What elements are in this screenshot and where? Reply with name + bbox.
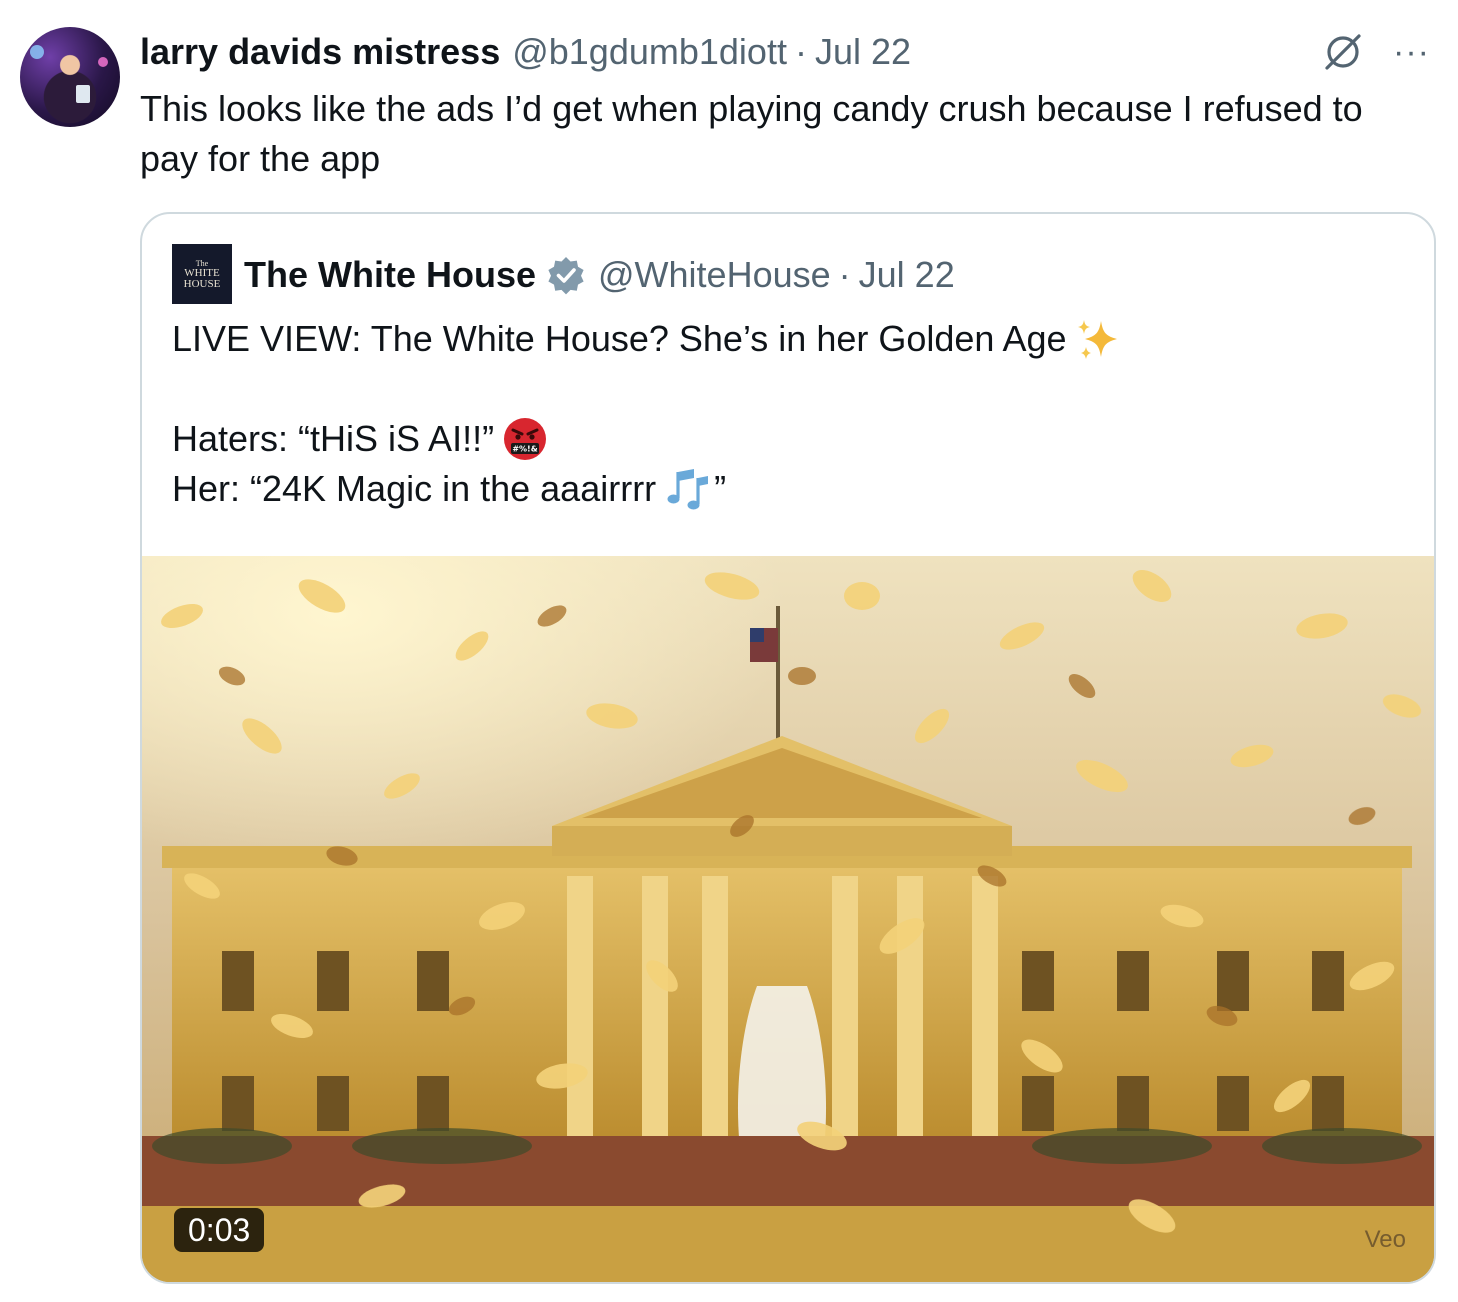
- svg-text:#%!&: #%!&: [512, 445, 537, 454]
- tweet-date[interactable]: Jul 22: [815, 31, 911, 73]
- verified-badge-icon: [546, 255, 586, 295]
- quoted-tweet-text: LIVE VIEW: The White House? She’s in her…: [172, 314, 1402, 514]
- avatar-light: [98, 57, 108, 67]
- quoted-tweet-date[interactable]: Jul 22: [859, 254, 955, 296]
- separator-dot: ·: [838, 254, 851, 295]
- quoted-text-line: LIVE VIEW: The White House? She’s in her…: [172, 314, 1402, 364]
- quoted-text-spacer: [172, 364, 1402, 414]
- sparkles-emoji-icon: [1075, 317, 1121, 361]
- avatar-light: [30, 45, 44, 59]
- quoted-author-handle[interactable]: @WhiteHouse: [598, 254, 831, 296]
- quoted-text-span: ”: [714, 468, 727, 509]
- more-icon[interactable]: ···: [1393, 35, 1430, 69]
- quoted-tweet-header: The White House @WhiteHouse · Jul 22: [244, 252, 955, 298]
- avatar-cup: [76, 85, 90, 103]
- veo-watermark: Veo: [1364, 1226, 1406, 1253]
- quoted-author-name[interactable]: The White House: [244, 254, 536, 296]
- author-handle[interactable]: @b1gdumb1diott: [512, 31, 787, 73]
- author-avatar[interactable]: [20, 27, 120, 127]
- separator-dot: ·: [794, 31, 807, 72]
- quoted-text-line: Haters: “tHiS iS AI!!” #%!&: [172, 414, 1402, 464]
- angry-cursing-face-emoji-icon: #%!&: [502, 416, 548, 462]
- video-duration-badge: 0:03: [174, 1208, 265, 1252]
- video-player[interactable]: 0:03 Veo: [142, 556, 1434, 1282]
- avatar-text: HOUSE: [183, 277, 221, 290]
- quoted-author-avatar[interactable]: The WHITE HOUSE: [172, 244, 232, 304]
- grok-icon[interactable]: [1321, 30, 1365, 74]
- tweet-text: This looks like the ads I’d get when pla…: [140, 88, 1363, 179]
- author-name[interactable]: larry davids mistress: [140, 31, 500, 73]
- musical-notes-emoji-icon: [664, 466, 712, 512]
- avatar-text: WHITE: [184, 266, 220, 279]
- quoted-tweet-card[interactable]: The WHITE HOUSE The White House @WhiteHo…: [140, 212, 1436, 1284]
- quoted-text-span: Haters: “tHiS iS AI!!”: [172, 418, 495, 459]
- tweet-header: larry davids mistress @b1gdumb1diott · J…: [140, 30, 911, 74]
- tweet-header-actions: ···: [1321, 30, 1430, 74]
- quoted-text-span: LIVE VIEW: The White House? She’s in her…: [172, 318, 1067, 359]
- quoted-text-span: Her: “24K Magic in the aaairrrr: [172, 468, 657, 509]
- quoted-text-line: Her: “24K Magic in the aaairrrr ”: [172, 464, 1402, 514]
- video-frame-illustration: [142, 556, 1434, 1282]
